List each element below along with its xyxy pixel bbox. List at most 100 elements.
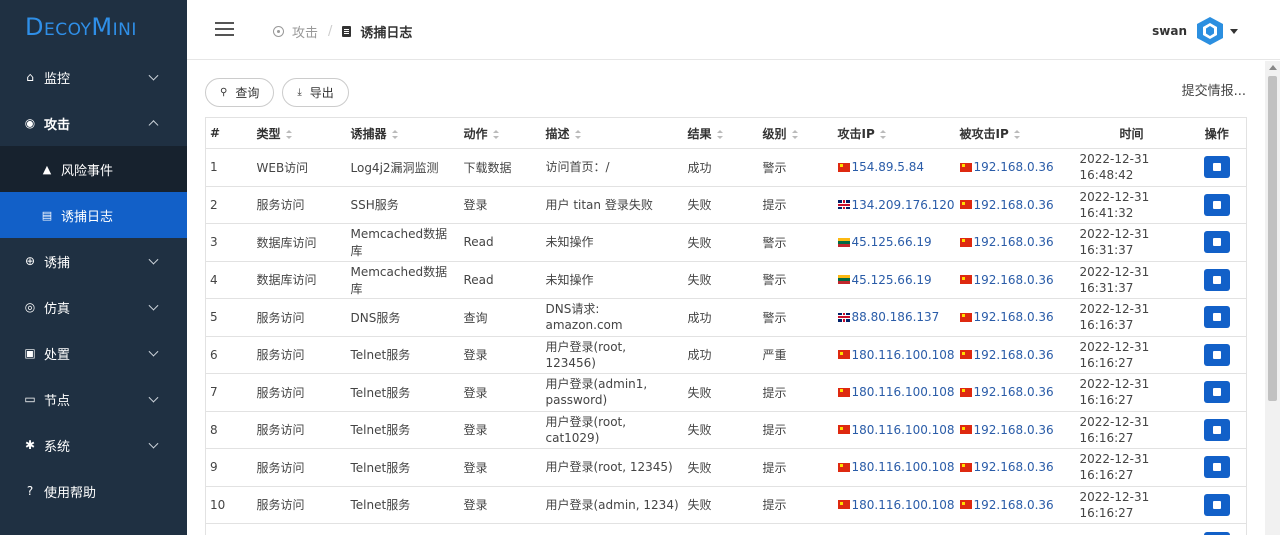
sidebar-subitem-trap-log[interactable]: ▤ 诱捕日志 <box>0 192 187 238</box>
app-logo[interactable]: DecoyMini <box>0 0 187 54</box>
cell-target-ip[interactable]: 192.168.0.36 <box>955 223 1076 261</box>
cell-target-ip[interactable]: 192.168.0.36 <box>955 260 1076 299</box>
cell-trap-link[interactable]: DNS服务 <box>346 298 460 336</box>
sort-icon[interactable] <box>1013 129 1020 139</box>
table-row[interactable]: 1 WEB访问 Log4j2漏洞监测 下载数据 访问首页：/ 成功 警示 154… <box>205 148 1247 186</box>
detail-button[interactable] <box>1203 381 1230 404</box>
cell-target-ip[interactable]: 192.168.0.36 <box>955 335 1076 374</box>
table-row[interactable]: 2 服务访问 SSH服务 登录 用户 titan 登录失败 失败 提示 134.… <box>205 185 1247 224</box>
cell-attack-ip[interactable]: 180.116.100.108 <box>833 335 956 374</box>
cell-target-ip[interactable]: 192.168.0.36 <box>955 298 1076 336</box>
submit-intel-link[interactable]: 提交情报... <box>1182 80 1246 99</box>
table-row[interactable]: 3 数据库访问 Memcached数据库 Read 未知操作 失败 警示 45.… <box>205 223 1247 261</box>
col-header-index: # <box>205 117 253 149</box>
cell-target-ip[interactable] <box>955 523 1076 535</box>
attack-ip-text: 180.116.100.108 <box>851 422 955 437</box>
cell-action: 登录 <box>459 410 542 449</box>
sort-icon[interactable] <box>391 129 398 139</box>
sort-icon[interactable] <box>492 129 499 139</box>
sort-icon[interactable] <box>879 129 886 139</box>
cell-trap-link[interactable]: Telnet服务 <box>346 448 460 486</box>
sort-icon[interactable] <box>285 129 292 139</box>
cell-trap-link[interactable]: Telnet服务 <box>346 410 460 449</box>
col-header-target-ip[interactable]: 被攻击IP <box>955 117 1076 149</box>
sidebar-item-trap[interactable]: ⊕ 诱捕 <box>0 238 187 284</box>
cell-trap-link[interactable]: Telnet服务 <box>346 485 460 524</box>
cell-attack-ip[interactable]: 45.125.66.19 <box>833 260 956 299</box>
table-row[interactable]: 4 数据库访问 Memcached数据库 Read 未知操作 失败 警示 45.… <box>205 260 1247 299</box>
cell-trap-link[interactable]: SSH服务 <box>346 185 460 224</box>
table-row[interactable]: 6 服务访问 Telnet服务 登录 用户登录(root, 123456) 成功… <box>205 335 1247 374</box>
date-text: 2022-12-31 <box>1079 152 1150 167</box>
sort-icon[interactable] <box>574 129 581 139</box>
scrollbar-thumb[interactable] <box>1268 76 1277 401</box>
col-header-action[interactable]: 动作 <box>459 117 542 149</box>
menu-toggle-icon[interactable] <box>215 22 234 36</box>
cell-attack-ip[interactable]: 180.116.100.108 <box>833 448 956 486</box>
user-menu[interactable]: swan <box>1152 16 1238 46</box>
sidebar-item-monitor[interactable]: ⌂ 监控 <box>0 54 187 100</box>
detail-button[interactable] <box>1203 268 1230 291</box>
user-name: swan <box>1152 24 1187 38</box>
detail-button[interactable] <box>1203 306 1230 329</box>
cell-target-ip[interactable]: 192.168.0.36 <box>955 448 1076 486</box>
detail-button[interactable] <box>1203 531 1230 535</box>
detail-button[interactable] <box>1203 231 1230 254</box>
table-row[interactable]: 5 服务访问 DNS服务 查询 DNS请求: amazon.com 成功 警示 … <box>205 298 1247 336</box>
cell-trap-link[interactable]: Memcached数据库 <box>346 223 460 261</box>
vertical-scrollbar[interactable] <box>1265 61 1280 535</box>
sidebar-item-attack[interactable]: ◉ 攻击 <box>0 100 187 146</box>
scroll-up-icon[interactable] <box>1269 65 1277 70</box>
cell-target-ip[interactable]: 192.168.0.36 <box>955 373 1076 411</box>
sidebar-item-handling[interactable]: ▣ 处置 <box>0 330 187 376</box>
col-header-attack-ip[interactable]: 攻击IP <box>833 117 956 149</box>
col-header-level[interactable]: 级别 <box>758 117 834 149</box>
sidebar-item-nodes[interactable]: ▭ 节点 <box>0 376 187 422</box>
detail-button[interactable] <box>1203 456 1230 479</box>
col-header-result[interactable]: 结果 <box>683 117 759 149</box>
col-header-type[interactable]: 类型 <box>252 117 347 149</box>
cell-attack-ip[interactable]: 154.89.5.84 <box>833 148 956 186</box>
cell-attack-ip[interactable] <box>833 523 956 535</box>
col-header-trap[interactable]: 诱捕器 <box>346 117 460 149</box>
sidebar-subitem-risk-events[interactable]: ▲ 风险事件 <box>0 146 187 192</box>
sort-icon[interactable] <box>791 129 798 139</box>
cell-attack-ip[interactable]: 180.116.100.108 <box>833 373 956 411</box>
col-header-desc[interactable]: 描述 <box>541 117 684 149</box>
detail-button[interactable] <box>1203 418 1230 441</box>
cell-attack-ip[interactable]: 45.125.66.19 <box>833 223 956 261</box>
detail-button[interactable] <box>1203 193 1230 216</box>
sort-icon[interactable] <box>716 129 723 139</box>
table-row[interactable]: 8 服务访问 Telnet服务 登录 用户登录(root, cat1029) 失… <box>205 410 1247 449</box>
table-row[interactable]: 9 服务访问 Telnet服务 登录 用户登录(root, 12345) 失败 … <box>205 448 1247 486</box>
cell-trap-link[interactable] <box>346 523 460 535</box>
target-ip-text: 192.168.0.36 <box>973 347 1054 362</box>
table-row[interactable]: 10 服务访问 Telnet服务 登录 用户登录(admin, 1234) 失败… <box>205 485 1247 524</box>
detail-button[interactable] <box>1203 493 1230 516</box>
cell-action: Read <box>459 260 542 299</box>
cell-target-ip[interactable]: 192.168.0.36 <box>955 485 1076 524</box>
detail-button[interactable] <box>1203 343 1230 366</box>
cell-attack-ip[interactable]: 88.80.186.137 <box>833 298 956 336</box>
breadcrumb-parent[interactable]: 攻击 <box>273 22 318 41</box>
cell-target-ip[interactable]: 192.168.0.36 <box>955 185 1076 224</box>
cell-attack-ip[interactable]: 180.116.100.108 <box>833 485 956 524</box>
cell-attack-ip[interactable]: 180.116.100.108 <box>833 410 956 449</box>
cell-result: 成功 <box>683 298 759 336</box>
chevron-down-icon <box>148 346 159 357</box>
cell-trap-link[interactable]: Telnet服务 <box>346 335 460 374</box>
sidebar-item-help[interactable]: ? 使用帮助 <box>0 468 187 514</box>
cell-trap-link[interactable]: Memcached数据库 <box>346 260 460 299</box>
sidebar-item-simulation[interactable]: ◎ 仿真 <box>0 284 187 330</box>
cell-attack-ip[interactable]: 134.209.176.120 <box>833 185 956 224</box>
table-row[interactable]: 7 服务访问 Telnet服务 登录 用户登录(admin1, password… <box>205 373 1247 411</box>
cell-target-ip[interactable]: 192.168.0.36 <box>955 148 1076 186</box>
export-button[interactable]: ⤓ 导出 <box>282 78 349 107</box>
cell-target-ip[interactable]: 192.168.0.36 <box>955 410 1076 449</box>
table-row[interactable]: 2022-12-31 <box>205 523 1247 535</box>
detail-button[interactable] <box>1203 156 1230 179</box>
query-button[interactable]: ⚲ 查询 <box>205 78 275 107</box>
cell-trap-link[interactable]: Log4j2漏洞监测 <box>346 148 460 186</box>
sidebar-item-system[interactable]: ✱ 系统 <box>0 422 187 468</box>
cell-trap-link[interactable]: Telnet服务 <box>346 373 460 411</box>
